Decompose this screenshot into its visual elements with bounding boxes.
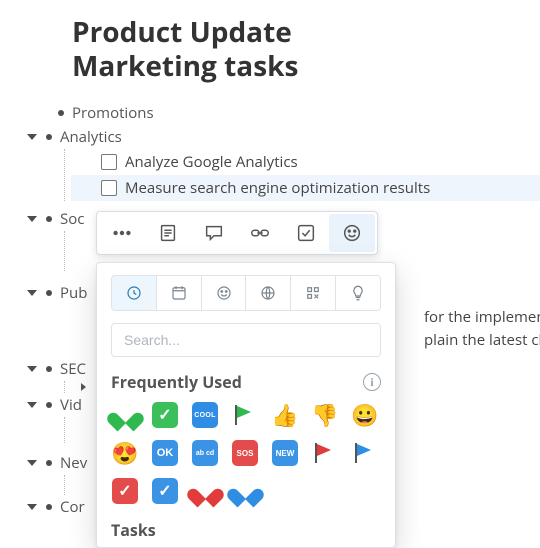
- caret-down-icon: [27, 134, 37, 140]
- emoji-thumbs-up[interactable]: 👍: [271, 401, 299, 429]
- emoji-blue-heart[interactable]: [231, 477, 259, 505]
- emoji-check-red[interactable]: ✓: [111, 477, 139, 505]
- info-icon[interactable]: i: [363, 373, 381, 391]
- caret-down-icon: [27, 460, 37, 466]
- tab-recent[interactable]: [112, 276, 157, 310]
- checkbox[interactable]: [101, 180, 117, 196]
- emoji-ok-badge[interactable]: OK: [151, 439, 179, 467]
- caret-down-icon: [27, 366, 37, 372]
- caret-down-icon: [27, 402, 37, 408]
- bullet-dot: [46, 504, 52, 510]
- emoji-flag-red[interactable]: [311, 439, 339, 467]
- emoji-category-tabs: [111, 275, 381, 311]
- emoji-flag-blue[interactable]: [351, 439, 379, 467]
- emoji-check-blue[interactable]: ✓: [151, 477, 179, 505]
- emoji-heart-eyes[interactable]: 😍: [111, 439, 139, 467]
- bullet-dot: [46, 366, 52, 372]
- page-layout-button[interactable]: [145, 214, 191, 252]
- emoji-button[interactable]: [329, 214, 375, 252]
- tree-label: SEC: [60, 359, 86, 379]
- tree-label: Pub: [60, 283, 87, 303]
- caret-down-icon: [27, 216, 37, 222]
- more-button[interactable]: [99, 214, 145, 252]
- tree-label: Vid: [60, 395, 82, 415]
- caret-down-icon: [27, 290, 37, 296]
- section-frequent-title: Frequently Used: [111, 371, 242, 393]
- emoji-red-heart[interactable]: [191, 477, 219, 505]
- tab-objects[interactable]: [336, 276, 380, 310]
- checkbox[interactable]: [101, 154, 117, 170]
- tree-label: Soc: [60, 209, 84, 229]
- bullet-dot: [46, 216, 52, 222]
- bullet-dot: [58, 110, 64, 116]
- emoji-check-green[interactable]: ✓: [151, 401, 179, 429]
- caret-right-icon[interactable]: [81, 383, 86, 391]
- tree-item-analytics[interactable]: Analytics: [24, 125, 540, 149]
- bullet-dot: [46, 460, 52, 466]
- emoji-new-badge[interactable]: NEW: [271, 439, 299, 467]
- tree-label: Nev: [60, 453, 87, 473]
- link-button[interactable]: [237, 214, 283, 252]
- emoji-grid-frequent: ✓ COOL 👍 👎 😀 😍 OK ab cd SOS NEW ✓ ✓: [111, 401, 381, 505]
- tree-item-promotions[interactable]: Promotions: [24, 101, 540, 125]
- inline-toolbar: [96, 211, 378, 255]
- emoji-abcd-badge[interactable]: ab cd: [191, 439, 219, 467]
- task-checkbox-button[interactable]: [283, 214, 329, 252]
- emoji-thumbs-down[interactable]: 👎: [311, 401, 339, 429]
- tab-symbols[interactable]: [291, 276, 336, 310]
- tree-label: Analytics: [60, 127, 122, 147]
- emoji-grinning[interactable]: 😀: [351, 401, 379, 429]
- emoji-search-input[interactable]: [111, 323, 381, 357]
- task-label: Measure search engine optimization resul…: [125, 178, 430, 198]
- bullet-dot: [46, 134, 52, 140]
- tab-smileys[interactable]: [202, 276, 247, 310]
- bullet-dot: [46, 290, 52, 296]
- task-row[interactable]: Analyze Google Analytics: [71, 149, 540, 175]
- bullet-dot: [46, 402, 52, 408]
- emoji-picker: Frequently Used i ✓ COOL 👍 👎 😀 😍 OK ab c…: [96, 262, 396, 548]
- emoji-flag-green[interactable]: [231, 401, 259, 429]
- tree-label: Cor: [60, 497, 85, 517]
- tab-calendar[interactable]: [157, 276, 202, 310]
- tab-activity[interactable]: [246, 276, 291, 310]
- page-title: Product Update Marketing tasks: [72, 16, 402, 83]
- tree-label: Promotions: [72, 103, 154, 123]
- emoji-green-heart[interactable]: [111, 401, 139, 429]
- caret-down-icon: [27, 504, 37, 510]
- task-row[interactable]: Measure search engine optimization resul…: [71, 175, 540, 201]
- emoji-cool-badge[interactable]: COOL: [191, 401, 219, 429]
- comment-button[interactable]: [191, 214, 237, 252]
- emoji-sos-badge[interactable]: SOS: [231, 439, 259, 467]
- section-tasks-title: Tasks: [111, 519, 381, 541]
- task-label: Analyze Google Analytics: [125, 152, 298, 172]
